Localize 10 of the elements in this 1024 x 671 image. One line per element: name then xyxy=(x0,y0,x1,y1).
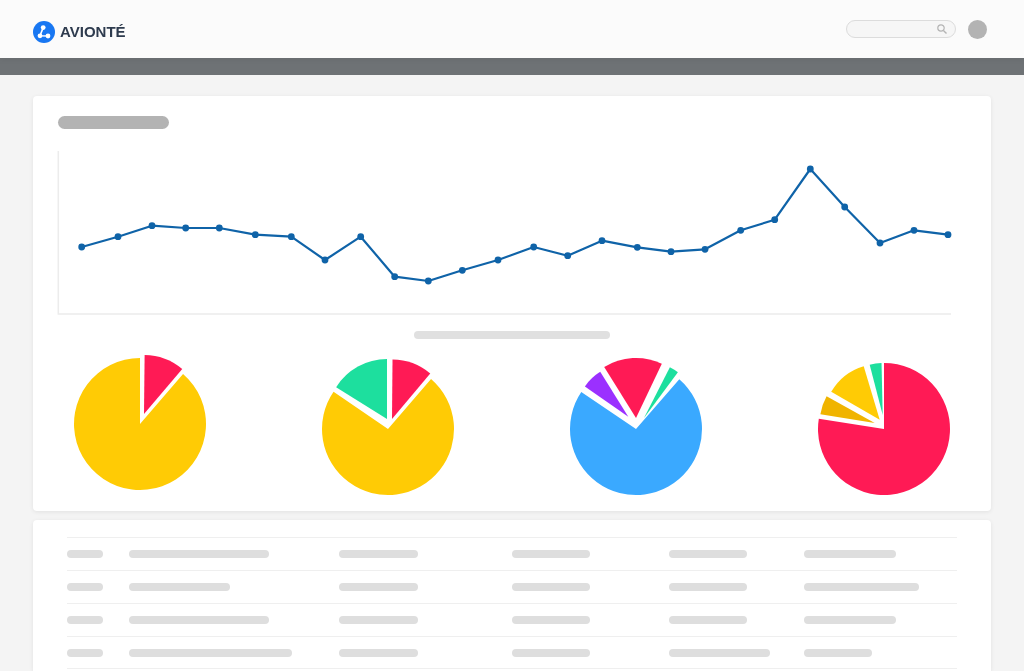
logo-icon xyxy=(33,20,55,43)
placeholder-bar xyxy=(67,583,103,591)
placeholder-bar xyxy=(804,648,872,657)
placeholder-bar xyxy=(67,550,103,558)
search-icon xyxy=(937,24,947,34)
logo-text: AVIONTÉ xyxy=(60,22,126,41)
search-field[interactable] xyxy=(846,20,956,38)
placeholder-bar xyxy=(67,648,103,657)
placeholder-bar xyxy=(67,616,103,624)
user-avatar[interactable] xyxy=(968,19,987,39)
